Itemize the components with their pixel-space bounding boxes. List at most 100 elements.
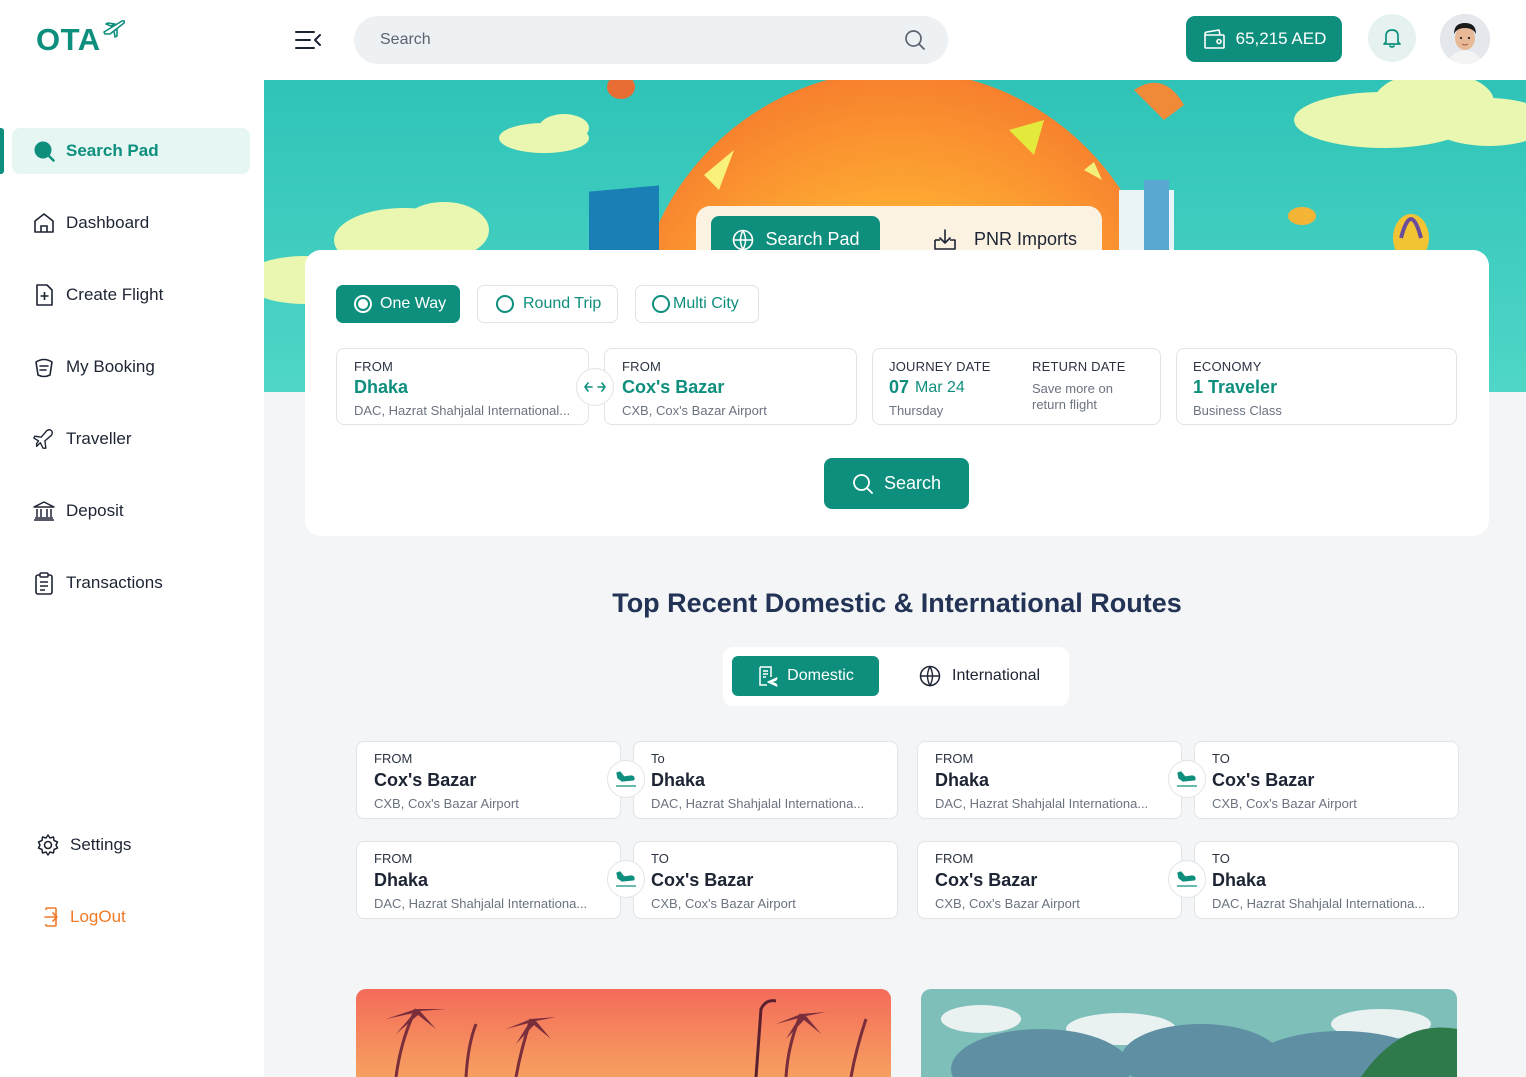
sidebar-item-label: Create Flight [66, 285, 164, 304]
toggle-international-label: International [952, 667, 1041, 684]
tab-search-pad-label: Search Pad [765, 229, 860, 249]
travelers-count: 1 Traveler [1193, 377, 1278, 397]
route-card-from[interactable]: FROM Dhaka DAC, Hazrat Shahjalal Interna… [917, 741, 1182, 819]
sidebar-item-label: Search Pad [66, 141, 159, 160]
route-to-city: Cox's Bazar [651, 870, 754, 890]
globe-plane-icon [919, 665, 941, 688]
wallet-balance-button[interactable]: 65,215 AED [1186, 16, 1342, 62]
trip-type-round-trip[interactable]: Round Trip [477, 285, 618, 323]
toggle-international[interactable]: International [918, 656, 1058, 696]
route-card-to[interactable]: TO Cox's Bazar CXB, Cox's Bazar Airport [1194, 741, 1459, 819]
sidebar-item-create-flight[interactable]: Create Flight [12, 272, 250, 318]
route-from-label: FROM [374, 851, 413, 866]
file-plus-icon [32, 283, 56, 307]
route-card-from[interactable]: FROM Cox's Bazar CXB, Cox's Bazar Airpor… [356, 741, 621, 819]
logout-icon [36, 905, 60, 929]
trip-type-label: Round Trip [523, 295, 602, 312]
sidebar-item-label: Dashboard [66, 213, 150, 232]
sidebar-item-settings[interactable]: Settings [16, 822, 254, 868]
route-card-to[interactable]: TO Cox's Bazar CXB, Cox's Bazar Airport [633, 841, 898, 919]
toggle-domestic[interactable]: Domestic [732, 656, 879, 696]
sidebar-item-my-booking[interactable]: My Booking [12, 344, 250, 390]
route-card-from[interactable]: FROM Dhaka DAC, Hazrat Shahjalal Interna… [356, 841, 621, 919]
return-date-label: RETURN DATE [1032, 359, 1126, 374]
route-to-label: TO [1212, 751, 1230, 766]
gear-icon [36, 833, 60, 857]
route-card-to[interactable]: TO Dhaka DAC, Hazrat Shahjalal Internati… [1194, 841, 1459, 919]
search-pad-icon [32, 139, 56, 163]
to-city: Cox's Bazar [622, 377, 725, 397]
sidebar-item-label: Deposit [66, 501, 124, 520]
avatar-image [1440, 14, 1490, 64]
menu-collapse-icon [295, 31, 321, 49]
date-field[interactable]: JOURNEY DATE 07 Mar 24 Thursday RETURN D… [872, 348, 1161, 425]
route-to-label: TO [1212, 851, 1230, 866]
import-icon [934, 228, 956, 250]
route-to-airport: DAC, Hazrat Shahjalal Internationa... [1212, 896, 1426, 911]
settings-label: Settings [70, 835, 132, 854]
return-hint-line1: Save more on [1032, 381, 1113, 396]
route-plane-badge [1168, 860, 1206, 898]
route-from-airport: DAC, Hazrat Shahjalal Internationa... [935, 796, 1149, 811]
route-from-city: Cox's Bazar [374, 770, 477, 790]
sidebar-item-label: Transactions [66, 573, 163, 592]
route-to-city: Cox's Bazar [1212, 770, 1315, 790]
route-to-airport: CXB, Cox's Bazar Airport [651, 896, 796, 911]
from-label: FROM [354, 359, 394, 374]
brand-logo[interactable]: OTA [36, 19, 126, 58]
trip-type-one-way[interactable]: One Way [336, 285, 460, 323]
swap-locations-button[interactable] [576, 368, 614, 406]
wallet-balance: 65,215 AED [1235, 29, 1327, 48]
top-header: 65,215 AED [264, 0, 1526, 80]
journey-day: 07 [889, 377, 910, 397]
sidebar-item-dashboard[interactable]: Dashboard [12, 200, 250, 246]
active-indicator [0, 128, 4, 174]
search-flights-button[interactable]: Search [824, 458, 969, 509]
menu-collapse-button[interactable] [294, 28, 324, 52]
swap-arrows-icon [584, 382, 606, 392]
sidebar-item-deposit[interactable]: Deposit [12, 488, 250, 534]
to-label: FROM [622, 359, 662, 374]
sidebar-item-search-pad[interactable]: Search Pad [12, 128, 250, 174]
from-field[interactable]: FROM Dhaka DAC, Hazrat Shahjalal Interna… [336, 348, 589, 425]
trip-type-multi-city[interactable]: Multi City [635, 285, 759, 323]
route-to-airport: DAC, Hazrat Shahjalal Internationa... [651, 796, 865, 811]
routes-section-title: Top Recent Domestic & International Rout… [612, 588, 1182, 618]
toggle-domestic-label: Domestic [787, 667, 854, 684]
sidebar-item-traveller[interactable]: Traveller [12, 416, 250, 462]
user-avatar[interactable] [1440, 14, 1490, 64]
sidebar-item-logout[interactable]: LogOut [16, 894, 254, 940]
search-icon [853, 473, 873, 494]
route-to-label: TO [651, 851, 669, 866]
radio-selected-icon [354, 295, 372, 313]
route-card-from[interactable]: FROM Cox's Bazar CXB, Cox's Bazar Airpor… [917, 841, 1182, 919]
search-input[interactable] [380, 31, 880, 49]
journey-date-label: JOURNEY DATE [889, 359, 991, 374]
booking-icon [32, 355, 56, 379]
cabin-class: Business Class [1193, 403, 1282, 418]
route-plane-badge [607, 760, 645, 798]
route-from-city: Dhaka [374, 870, 429, 890]
promo-image-clouds[interactable] [921, 989, 1457, 1077]
from-city: Dhaka [354, 377, 409, 397]
route-plane-badge [1168, 760, 1206, 798]
class-label: ECONOMY [1193, 359, 1262, 374]
return-hint-line2: return flight [1032, 397, 1098, 412]
wallet-icon [1203, 29, 1225, 49]
document-plane-icon [759, 666, 778, 687]
travelers-class-field[interactable]: ECONOMY 1 Traveler Business Class [1176, 348, 1457, 425]
sidebar-item-label: Traveller [66, 429, 132, 448]
promo-image-beach[interactable] [356, 989, 891, 1077]
notifications-button[interactable] [1368, 14, 1416, 62]
radio-icon [652, 295, 670, 313]
sidebar-item-transactions[interactable]: Transactions [12, 560, 250, 606]
to-field[interactable]: FROM Cox's Bazar CXB, Cox's Bazar Airpor… [604, 348, 857, 425]
from-airport: DAC, Hazrat Shahjalal International... [354, 403, 571, 418]
route-from-label: FROM [374, 751, 413, 766]
search-icon[interactable] [904, 29, 926, 56]
plane-landing-icon [616, 771, 636, 787]
route-to-city: Dhaka [1212, 870, 1267, 890]
route-card-to[interactable]: To Dhaka DAC, Hazrat Shahjalal Internati… [633, 741, 898, 819]
plane-icon [32, 427, 56, 451]
logo-plane-icon [102, 19, 125, 38]
